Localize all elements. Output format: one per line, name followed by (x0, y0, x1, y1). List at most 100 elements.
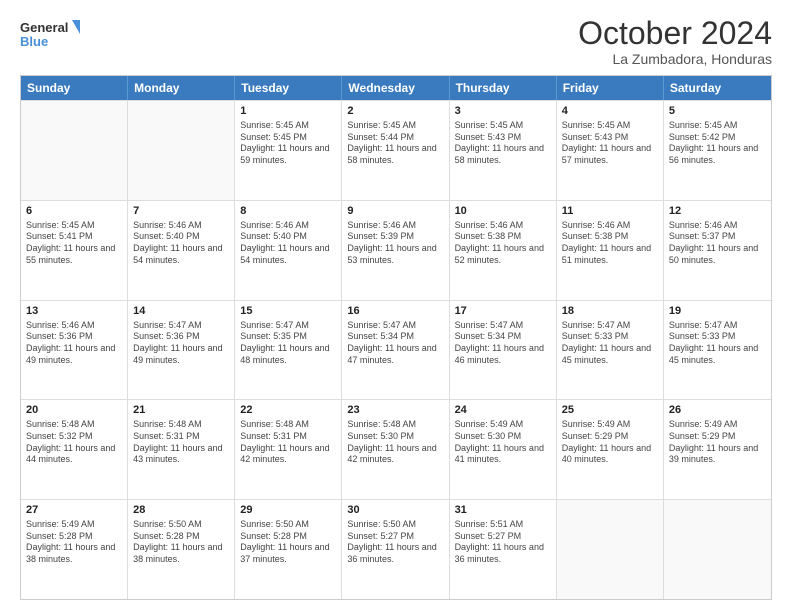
sunrise-text: Sunrise: 5:50 AM (133, 519, 229, 531)
sunset-text: Sunset: 5:39 PM (347, 231, 443, 243)
calendar-cell: 4 Sunrise: 5:45 AM Sunset: 5:43 PM Dayli… (557, 101, 664, 200)
calendar-cell: 15 Sunrise: 5:47 AM Sunset: 5:35 PM Dayl… (235, 301, 342, 400)
sunset-text: Sunset: 5:43 PM (562, 132, 658, 144)
day-number: 18 (562, 304, 658, 319)
sunrise-text: Sunrise: 5:46 AM (455, 220, 551, 232)
sunset-text: Sunset: 5:27 PM (347, 531, 443, 543)
daylight-text: Daylight: 11 hours and 39 minutes. (669, 443, 766, 466)
sunset-text: Sunset: 5:34 PM (347, 331, 443, 343)
sunrise-text: Sunrise: 5:48 AM (133, 419, 229, 431)
sunrise-text: Sunrise: 5:48 AM (26, 419, 122, 431)
calendar-header: SundayMondayTuesdayWednesdayThursdayFrid… (21, 76, 771, 100)
day-header-thursday: Thursday (450, 76, 557, 100)
calendar-cell: 23 Sunrise: 5:48 AM Sunset: 5:30 PM Dayl… (342, 400, 449, 499)
header: General Blue October 2024 La Zumbadora, … (20, 16, 772, 67)
calendar-cell: 17 Sunrise: 5:47 AM Sunset: 5:34 PM Dayl… (450, 301, 557, 400)
calendar-cell: 20 Sunrise: 5:48 AM Sunset: 5:32 PM Dayl… (21, 400, 128, 499)
sunset-text: Sunset: 5:29 PM (562, 431, 658, 443)
month-title: October 2024 (578, 16, 772, 51)
sunrise-text: Sunrise: 5:50 AM (347, 519, 443, 531)
day-number: 27 (26, 503, 122, 518)
daylight-text: Daylight: 11 hours and 42 minutes. (240, 443, 336, 466)
calendar: SundayMondayTuesdayWednesdayThursdayFrid… (20, 75, 772, 600)
daylight-text: Daylight: 11 hours and 54 minutes. (133, 243, 229, 266)
daylight-text: Daylight: 11 hours and 43 minutes. (133, 443, 229, 466)
sunset-text: Sunset: 5:30 PM (455, 431, 551, 443)
calendar-cell: 28 Sunrise: 5:50 AM Sunset: 5:28 PM Dayl… (128, 500, 235, 599)
sunset-text: Sunset: 5:31 PM (240, 431, 336, 443)
calendar-cell: 1 Sunrise: 5:45 AM Sunset: 5:45 PM Dayli… (235, 101, 342, 200)
sunrise-text: Sunrise: 5:46 AM (26, 320, 122, 332)
day-header-tuesday: Tuesday (235, 76, 342, 100)
daylight-text: Daylight: 11 hours and 53 minutes. (347, 243, 443, 266)
calendar-week-5: 27 Sunrise: 5:49 AM Sunset: 5:28 PM Dayl… (21, 499, 771, 599)
daylight-text: Daylight: 11 hours and 56 minutes. (669, 143, 766, 166)
daylight-text: Daylight: 11 hours and 42 minutes. (347, 443, 443, 466)
sunrise-text: Sunrise: 5:46 AM (240, 220, 336, 232)
svg-text:Blue: Blue (20, 34, 48, 49)
sunrise-text: Sunrise: 5:51 AM (455, 519, 551, 531)
sunrise-text: Sunrise: 5:46 AM (133, 220, 229, 232)
sunset-text: Sunset: 5:37 PM (669, 231, 766, 243)
sunset-text: Sunset: 5:43 PM (455, 132, 551, 144)
calendar-cell: 13 Sunrise: 5:46 AM Sunset: 5:36 PM Dayl… (21, 301, 128, 400)
daylight-text: Daylight: 11 hours and 58 minutes. (455, 143, 551, 166)
daylight-text: Daylight: 11 hours and 47 minutes. (347, 343, 443, 366)
sunset-text: Sunset: 5:41 PM (26, 231, 122, 243)
calendar-cell: 25 Sunrise: 5:49 AM Sunset: 5:29 PM Dayl… (557, 400, 664, 499)
calendar-cell: 6 Sunrise: 5:45 AM Sunset: 5:41 PM Dayli… (21, 201, 128, 300)
daylight-text: Daylight: 11 hours and 58 minutes. (347, 143, 443, 166)
daylight-text: Daylight: 11 hours and 49 minutes. (133, 343, 229, 366)
daylight-text: Daylight: 11 hours and 46 minutes. (455, 343, 551, 366)
day-number: 13 (26, 304, 122, 319)
daylight-text: Daylight: 11 hours and 36 minutes. (455, 542, 551, 565)
day-number: 12 (669, 204, 766, 219)
sunrise-text: Sunrise: 5:49 AM (562, 419, 658, 431)
sunrise-text: Sunrise: 5:45 AM (240, 120, 336, 132)
sunset-text: Sunset: 5:33 PM (562, 331, 658, 343)
day-number: 5 (669, 104, 766, 119)
sunrise-text: Sunrise: 5:45 AM (562, 120, 658, 132)
day-number: 1 (240, 104, 336, 119)
sunset-text: Sunset: 5:45 PM (240, 132, 336, 144)
sunset-text: Sunset: 5:29 PM (669, 431, 766, 443)
sunset-text: Sunset: 5:30 PM (347, 431, 443, 443)
calendar-cell: 8 Sunrise: 5:46 AM Sunset: 5:40 PM Dayli… (235, 201, 342, 300)
sunset-text: Sunset: 5:31 PM (133, 431, 229, 443)
daylight-text: Daylight: 11 hours and 44 minutes. (26, 443, 122, 466)
calendar-body: 1 Sunrise: 5:45 AM Sunset: 5:45 PM Dayli… (21, 100, 771, 599)
calendar-cell (21, 101, 128, 200)
page: General Blue October 2024 La Zumbadora, … (0, 0, 792, 612)
sunset-text: Sunset: 5:40 PM (133, 231, 229, 243)
sunrise-text: Sunrise: 5:49 AM (455, 419, 551, 431)
sunrise-text: Sunrise: 5:46 AM (562, 220, 658, 232)
daylight-text: Daylight: 11 hours and 54 minutes. (240, 243, 336, 266)
calendar-cell: 27 Sunrise: 5:49 AM Sunset: 5:28 PM Dayl… (21, 500, 128, 599)
calendar-cell: 19 Sunrise: 5:47 AM Sunset: 5:33 PM Dayl… (664, 301, 771, 400)
sunset-text: Sunset: 5:36 PM (133, 331, 229, 343)
calendar-cell: 14 Sunrise: 5:47 AM Sunset: 5:36 PM Dayl… (128, 301, 235, 400)
daylight-text: Daylight: 11 hours and 45 minutes. (669, 343, 766, 366)
calendar-cell (664, 500, 771, 599)
calendar-week-2: 6 Sunrise: 5:45 AM Sunset: 5:41 PM Dayli… (21, 200, 771, 300)
day-number: 8 (240, 204, 336, 219)
calendar-cell: 22 Sunrise: 5:48 AM Sunset: 5:31 PM Dayl… (235, 400, 342, 499)
calendar-cell: 30 Sunrise: 5:50 AM Sunset: 5:27 PM Dayl… (342, 500, 449, 599)
sunset-text: Sunset: 5:28 PM (133, 531, 229, 543)
daylight-text: Daylight: 11 hours and 40 minutes. (562, 443, 658, 466)
day-number: 30 (347, 503, 443, 518)
day-number: 3 (455, 104, 551, 119)
calendar-cell: 31 Sunrise: 5:51 AM Sunset: 5:27 PM Dayl… (450, 500, 557, 599)
day-header-sunday: Sunday (21, 76, 128, 100)
calendar-cell: 7 Sunrise: 5:46 AM Sunset: 5:40 PM Dayli… (128, 201, 235, 300)
daylight-text: Daylight: 11 hours and 55 minutes. (26, 243, 122, 266)
day-number: 25 (562, 403, 658, 418)
daylight-text: Daylight: 11 hours and 51 minutes. (562, 243, 658, 266)
sunset-text: Sunset: 5:44 PM (347, 132, 443, 144)
calendar-cell: 11 Sunrise: 5:46 AM Sunset: 5:38 PM Dayl… (557, 201, 664, 300)
daylight-text: Daylight: 11 hours and 52 minutes. (455, 243, 551, 266)
day-number: 28 (133, 503, 229, 518)
day-number: 24 (455, 403, 551, 418)
day-number: 19 (669, 304, 766, 319)
calendar-cell (557, 500, 664, 599)
